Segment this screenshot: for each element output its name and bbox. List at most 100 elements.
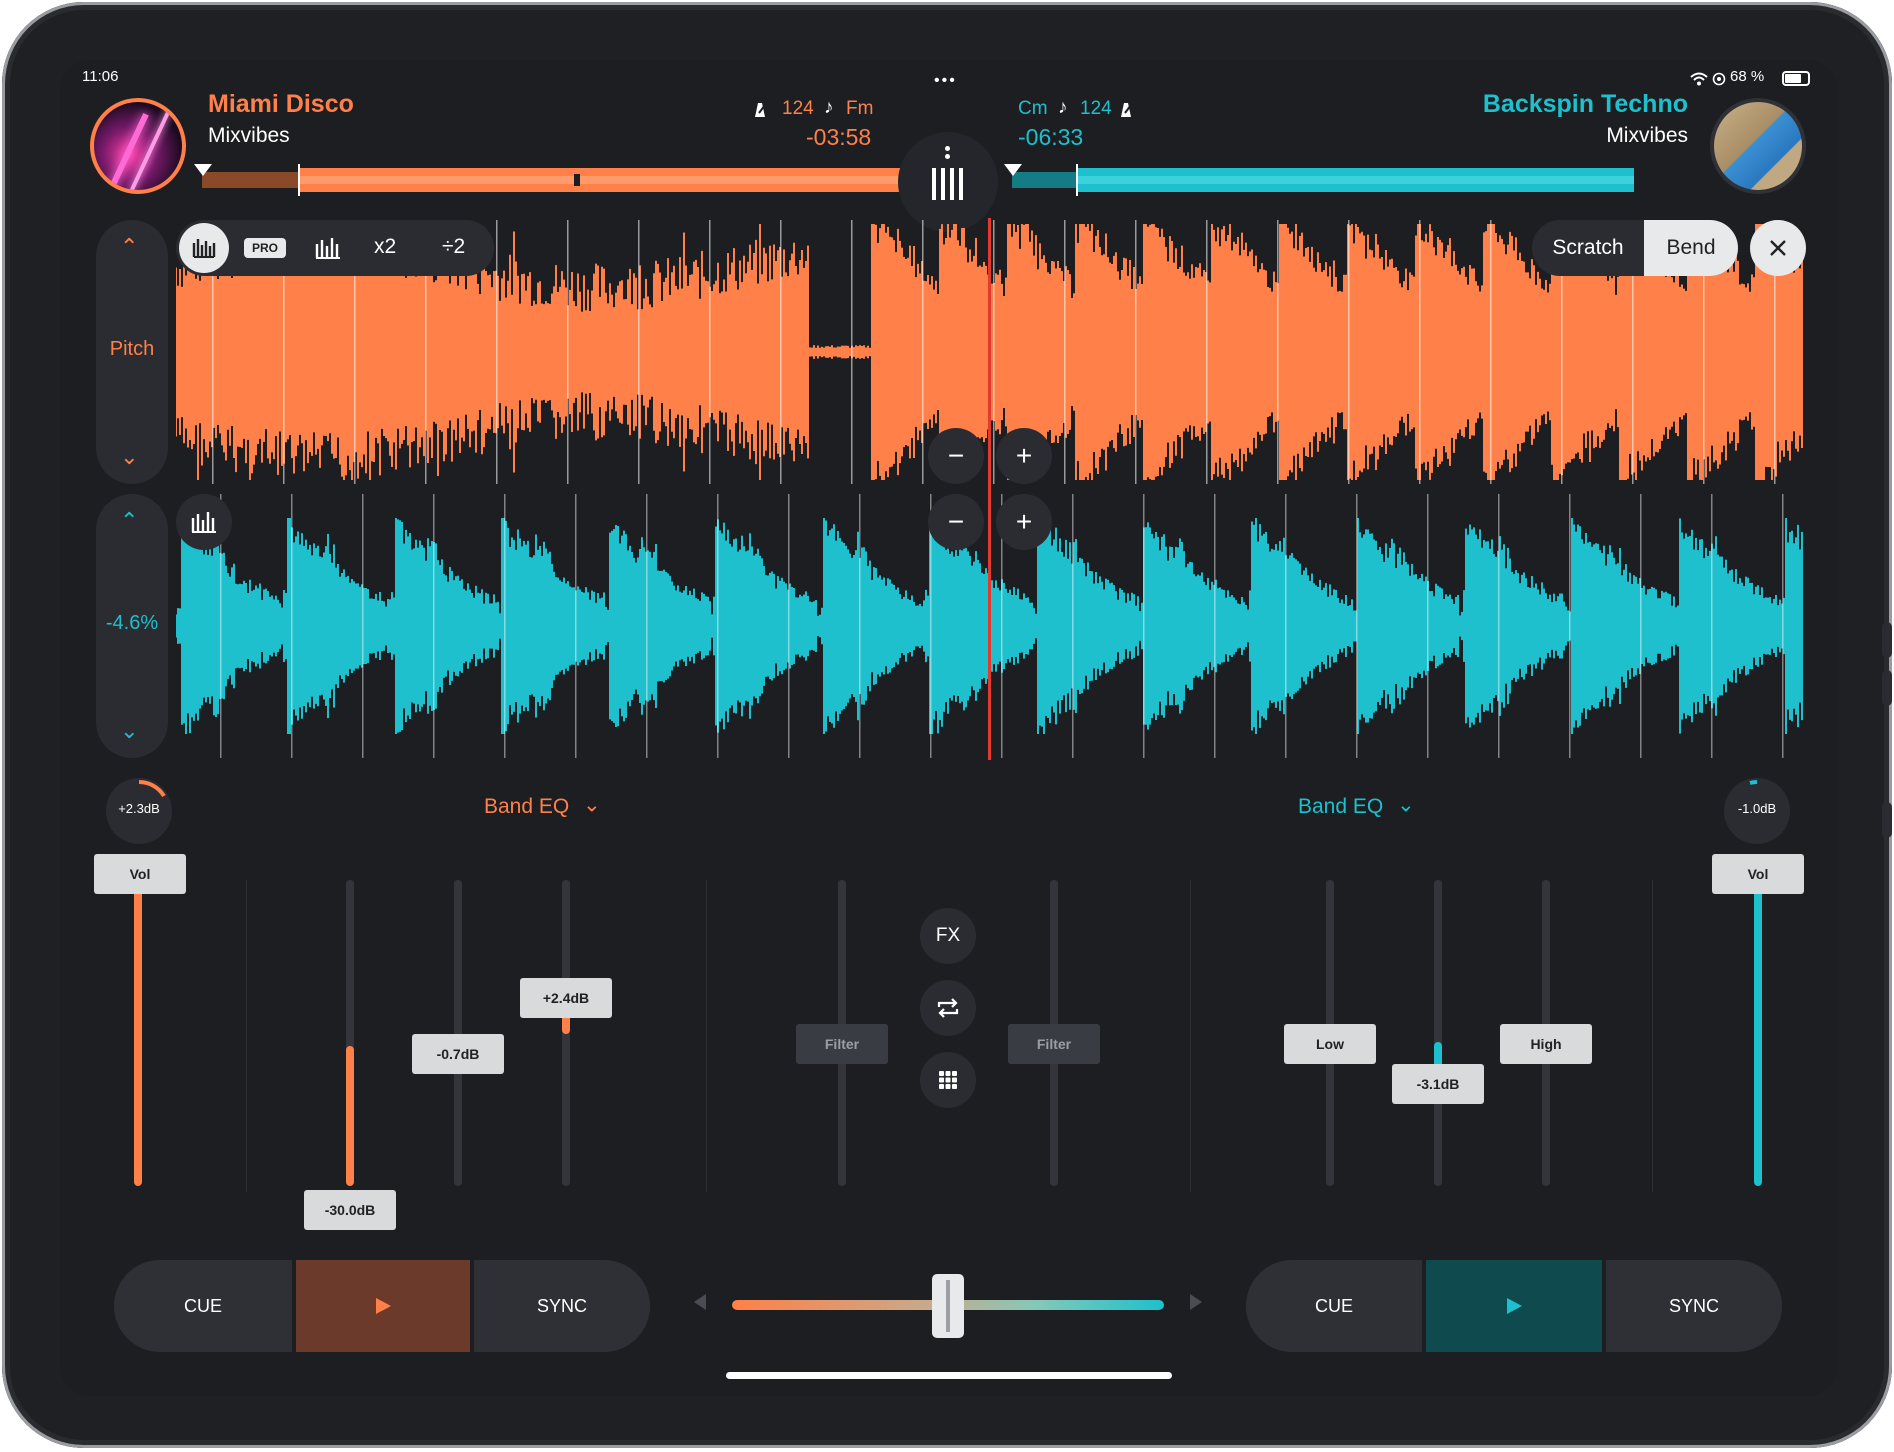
metronome-icon [1121, 103, 1132, 117]
metronome-icon [755, 103, 766, 117]
battery-icon [1782, 71, 1810, 86]
transport-right: CUE SYNC [1246, 1260, 1782, 1352]
filter-handle-left[interactable]: Filter [796, 1024, 888, 1064]
pads-button[interactable] [920, 1052, 976, 1108]
cue-button-left[interactable]: CUE [114, 1260, 292, 1352]
pitch-up-icon[interactable]: ⌃ [120, 508, 138, 534]
crossfader-left-arrow-icon[interactable] [692, 1292, 708, 1312]
pitch-control-left[interactable]: ⌃ Pitch ⌃ [96, 220, 168, 484]
chevron-down-icon: ⌃ [1397, 791, 1415, 814]
remaining-time-right: -06:33 [1018, 124, 1084, 150]
track-artist-right: Mixvibes [1606, 124, 1688, 147]
tablet-frame: 11:06 ••• 68 % Miami Disco Mixvibes 124 … [2, 2, 1892, 1448]
divider [706, 880, 707, 1192]
gain-knob-left[interactable]: +2.3dB [106, 778, 172, 844]
chevron-down-icon: ⌃ [583, 791, 601, 814]
bend-mode-button[interactable]: Bend [1644, 220, 1738, 276]
track-title-left: Miami Disco [208, 90, 354, 118]
cue-marker-left[interactable] [194, 164, 212, 176]
zoom-out-bottom[interactable]: − [928, 494, 984, 550]
bpm-left: 124 [782, 98, 814, 119]
crossfader-handle[interactable] [932, 1274, 964, 1338]
key-right: Cm [1018, 98, 1048, 119]
eq-handle-mid-right[interactable]: -3.1dB [1392, 1064, 1484, 1104]
loop-button[interactable] [920, 980, 976, 1036]
screen: 11:06 ••• 68 % Miami Disco Mixvibes 124 … [60, 60, 1838, 1396]
battery-percent: 68 % [1730, 68, 1765, 85]
scratch-bend-toggle[interactable]: Scratch Bend [1532, 220, 1738, 276]
play-icon [1507, 1298, 1522, 1314]
gain-value-right: -1.0dB [1737, 801, 1777, 816]
eq-handle-high-left[interactable]: +2.4dB [520, 978, 612, 1018]
volume-handle-left[interactable]: Vol [94, 854, 186, 894]
zoom-in-top[interactable]: + [996, 428, 1052, 484]
eq-mode-left[interactable]: Band EQ ⌃ [484, 791, 601, 819]
mixer-menu-button[interactable] [898, 132, 998, 232]
grid-icon [939, 1071, 957, 1089]
tempo-half-button[interactable]: ÷2 [442, 235, 465, 259]
location-icon [1712, 72, 1726, 86]
waveform-bars-icon [191, 512, 216, 533]
zoom-out-top[interactable]: − [928, 428, 984, 484]
pitch-down-icon[interactable]: ⌃ [120, 442, 138, 468]
wifi-icon [1690, 72, 1708, 86]
status-time: 11:06 [82, 68, 119, 85]
pitch-value-right: -4.6% [105, 612, 159, 634]
waveform-toolbar: PRO x2 ÷2 [176, 220, 494, 276]
pro-badge[interactable]: PRO [244, 238, 286, 258]
eq-mode-label-left: Band EQ [484, 795, 570, 818]
play-button-right[interactable] [1426, 1260, 1602, 1352]
divider [1652, 880, 1653, 1192]
pitch-control-right[interactable]: ⌃ -4.6% ⌃ [96, 494, 168, 758]
eq-mode-right[interactable]: Band EQ ⌃ [1298, 791, 1415, 819]
multitask-dots-icon[interactable]: ••• [934, 72, 957, 90]
pitch-down-icon[interactable]: ⌃ [120, 716, 138, 742]
volume-level-left [134, 880, 142, 1186]
waveform-view-button-bottom[interactable] [176, 494, 232, 550]
close-icon [1770, 240, 1786, 256]
side-button [1882, 802, 1892, 838]
home-indicator[interactable] [726, 1372, 1172, 1379]
gain-knob-right[interactable]: -1.0dB [1724, 778, 1790, 844]
track-title-right: Backspin Techno [1482, 90, 1688, 118]
track-overview-right[interactable] [1004, 164, 1634, 196]
close-button[interactable] [1750, 220, 1806, 276]
eq-fader-mid-right[interactable] [1434, 880, 1442, 1186]
cue-button-right[interactable]: CUE [1246, 1260, 1422, 1352]
gain-value-left: +2.3dB [118, 801, 160, 816]
play-icon [376, 1298, 391, 1314]
eq-handle-low-left[interactable]: -30.0dB [304, 1190, 396, 1230]
zoom-in-bottom[interactable]: + [996, 494, 1052, 550]
cue-marker-right[interactable] [1004, 164, 1022, 176]
bpm-right: 124 [1080, 98, 1112, 119]
divider [1190, 880, 1191, 1192]
eq-fill-low-left [346, 1046, 354, 1186]
album-art-left[interactable] [90, 98, 186, 194]
eq-handle-mid-left[interactable]: -0.7dB [412, 1034, 504, 1074]
track-overview-left[interactable] [194, 164, 934, 196]
volume-handle-right[interactable]: Vol [1712, 854, 1804, 894]
sync-button-right[interactable]: SYNC [1606, 1260, 1782, 1352]
filter-handle-right[interactable]: Filter [1008, 1024, 1100, 1064]
play-button-left[interactable] [296, 1260, 470, 1352]
beat-grid-icon[interactable] [314, 236, 342, 260]
eq-handle-high-right[interactable]: High [1500, 1024, 1592, 1064]
eq-handle-low-right[interactable]: Low [1284, 1024, 1376, 1064]
divider [246, 880, 247, 1192]
fx-button[interactable]: FX [920, 908, 976, 964]
key-icon-right: ♪ [1058, 97, 1068, 118]
scratch-mode-button[interactable]: Scratch [1532, 236, 1644, 260]
waveform-view-button[interactable] [179, 223, 229, 273]
crossfader-right-arrow-icon[interactable] [1188, 1292, 1204, 1312]
waveform-bars-icon [192, 239, 216, 258]
loop-icon [937, 998, 959, 1018]
album-art-right[interactable] [1710, 98, 1806, 194]
playhead [988, 218, 991, 760]
transport-left: CUE SYNC [114, 1260, 650, 1352]
volume-level-right [1754, 880, 1762, 1186]
tempo-double-button[interactable]: x2 [374, 235, 396, 259]
eq-fader-mid-left[interactable] [454, 880, 462, 1186]
remaining-time-left: -03:58 [806, 124, 872, 150]
pitch-up-icon[interactable]: ⌃ [120, 234, 138, 260]
sync-button-left[interactable]: SYNC [474, 1260, 650, 1352]
